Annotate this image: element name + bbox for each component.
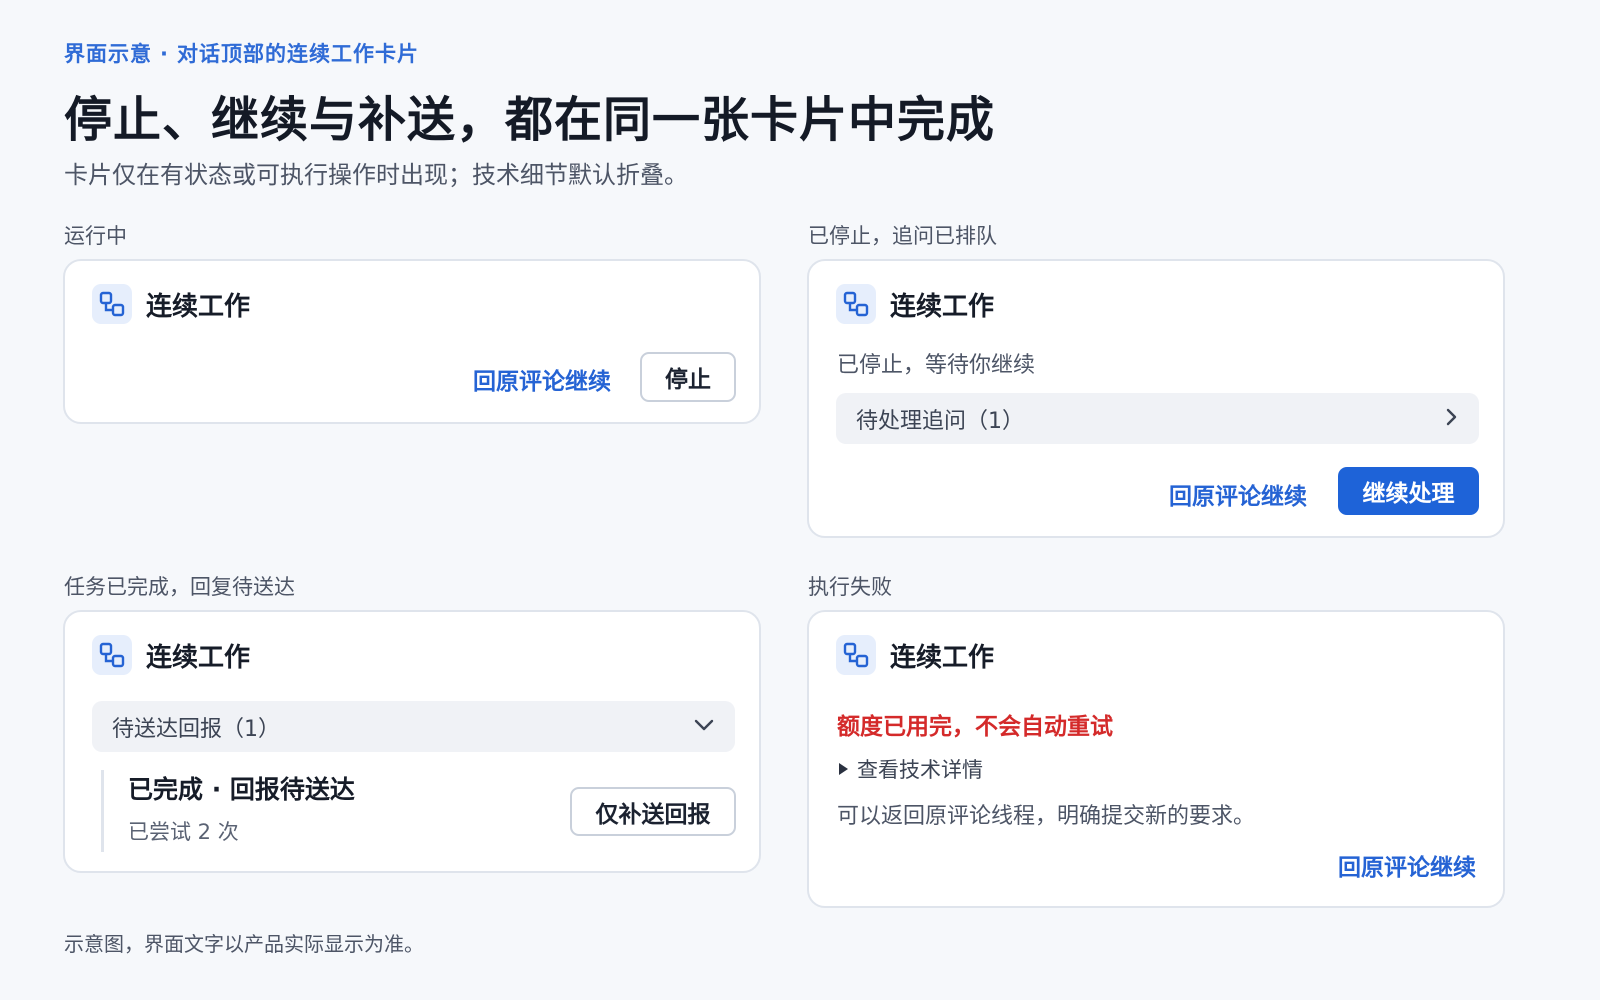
back-to-comment-link[interactable]: 回原评论继续: [1169, 477, 1307, 511]
flow-icon: [836, 284, 876, 324]
flow-icon: [92, 635, 132, 675]
card-running: 连续工作 回原评论继续 停止: [63, 259, 761, 424]
eyebrow-part-b: 对话顶部的连续工作卡片: [176, 42, 419, 66]
card-stopped: 连续工作 已停止，等待你继续 待处理追问（1） 回原评论继续 继续处理: [807, 259, 1505, 538]
card-title: 连续工作: [890, 642, 995, 673]
footnote: 示意图，界面文字以产品实际显示为准。: [64, 932, 424, 956]
page-subtitle: 卡片仅在有状态或可执行操作时出现；技术细节默认折叠。: [64, 161, 688, 189]
card-completed: 连续工作 待送达回报（1） 已完成 · 回报待送达 已尝试 2 次 仅补送回报: [63, 610, 761, 873]
hint-text: 可以返回原评论线程，明确提交新的要求。: [837, 804, 1256, 829]
card-header: 连续工作: [836, 635, 994, 675]
tech-details-label: 查看技术详情: [857, 758, 983, 782]
flow-icon: [92, 284, 132, 324]
eyebrow: 界面示意 · 对话顶部的连续工作卡片: [64, 38, 419, 68]
chevron-right-icon: [1445, 407, 1459, 431]
eyebrow-separator: ·: [160, 42, 169, 66]
queued-followups-row[interactable]: 待处理追问（1）: [836, 393, 1479, 444]
stop-button[interactable]: 停止: [640, 352, 736, 402]
card-header: 连续工作: [92, 635, 250, 675]
section-label-running: 运行中: [64, 224, 127, 248]
flow-icon: [836, 635, 876, 675]
card-header: 连续工作: [836, 284, 994, 324]
eyebrow-part-a: 界面示意: [64, 42, 152, 66]
queued-followups-label: 待处理追问（1）: [856, 408, 1024, 434]
page-title: 停止、继续与补送，都在同一张卡片中完成: [64, 92, 996, 148]
resend-report-button[interactable]: 仅补送回报: [570, 787, 736, 836]
chevron-down-icon: [693, 717, 715, 736]
continue-button[interactable]: 继续处理: [1338, 467, 1479, 515]
card-failed: 连续工作 额度已用完，不会自动重试 查看技术详情 可以返回原评论线程，明确提交新…: [807, 610, 1505, 908]
section-label-completed: 任务已完成，回复待送达: [64, 575, 295, 599]
status-text: 已停止，等待你继续: [837, 353, 1036, 378]
back-to-comment-link[interactable]: 回原评论继续: [1338, 848, 1476, 882]
triangle-right-icon: [837, 757, 849, 781]
card-title: 连续工作: [146, 642, 251, 673]
error-message: 额度已用完，不会自动重试: [837, 714, 1113, 740]
tech-details-toggle[interactable]: 查看技术详情: [837, 754, 983, 784]
card-title: 连续工作: [890, 291, 995, 322]
back-to-comment-link[interactable]: 回原评论继续: [473, 362, 611, 396]
section-label-failed: 执行失败: [808, 575, 892, 599]
card-title: 连续工作: [146, 291, 251, 322]
pending-reports-label: 待送达回报（1）: [112, 716, 280, 742]
pending-reports-row[interactable]: 待送达回报（1）: [92, 701, 735, 752]
card-header: 连续工作: [92, 284, 250, 324]
section-label-stopped: 已停止，追问已排队: [808, 224, 997, 248]
